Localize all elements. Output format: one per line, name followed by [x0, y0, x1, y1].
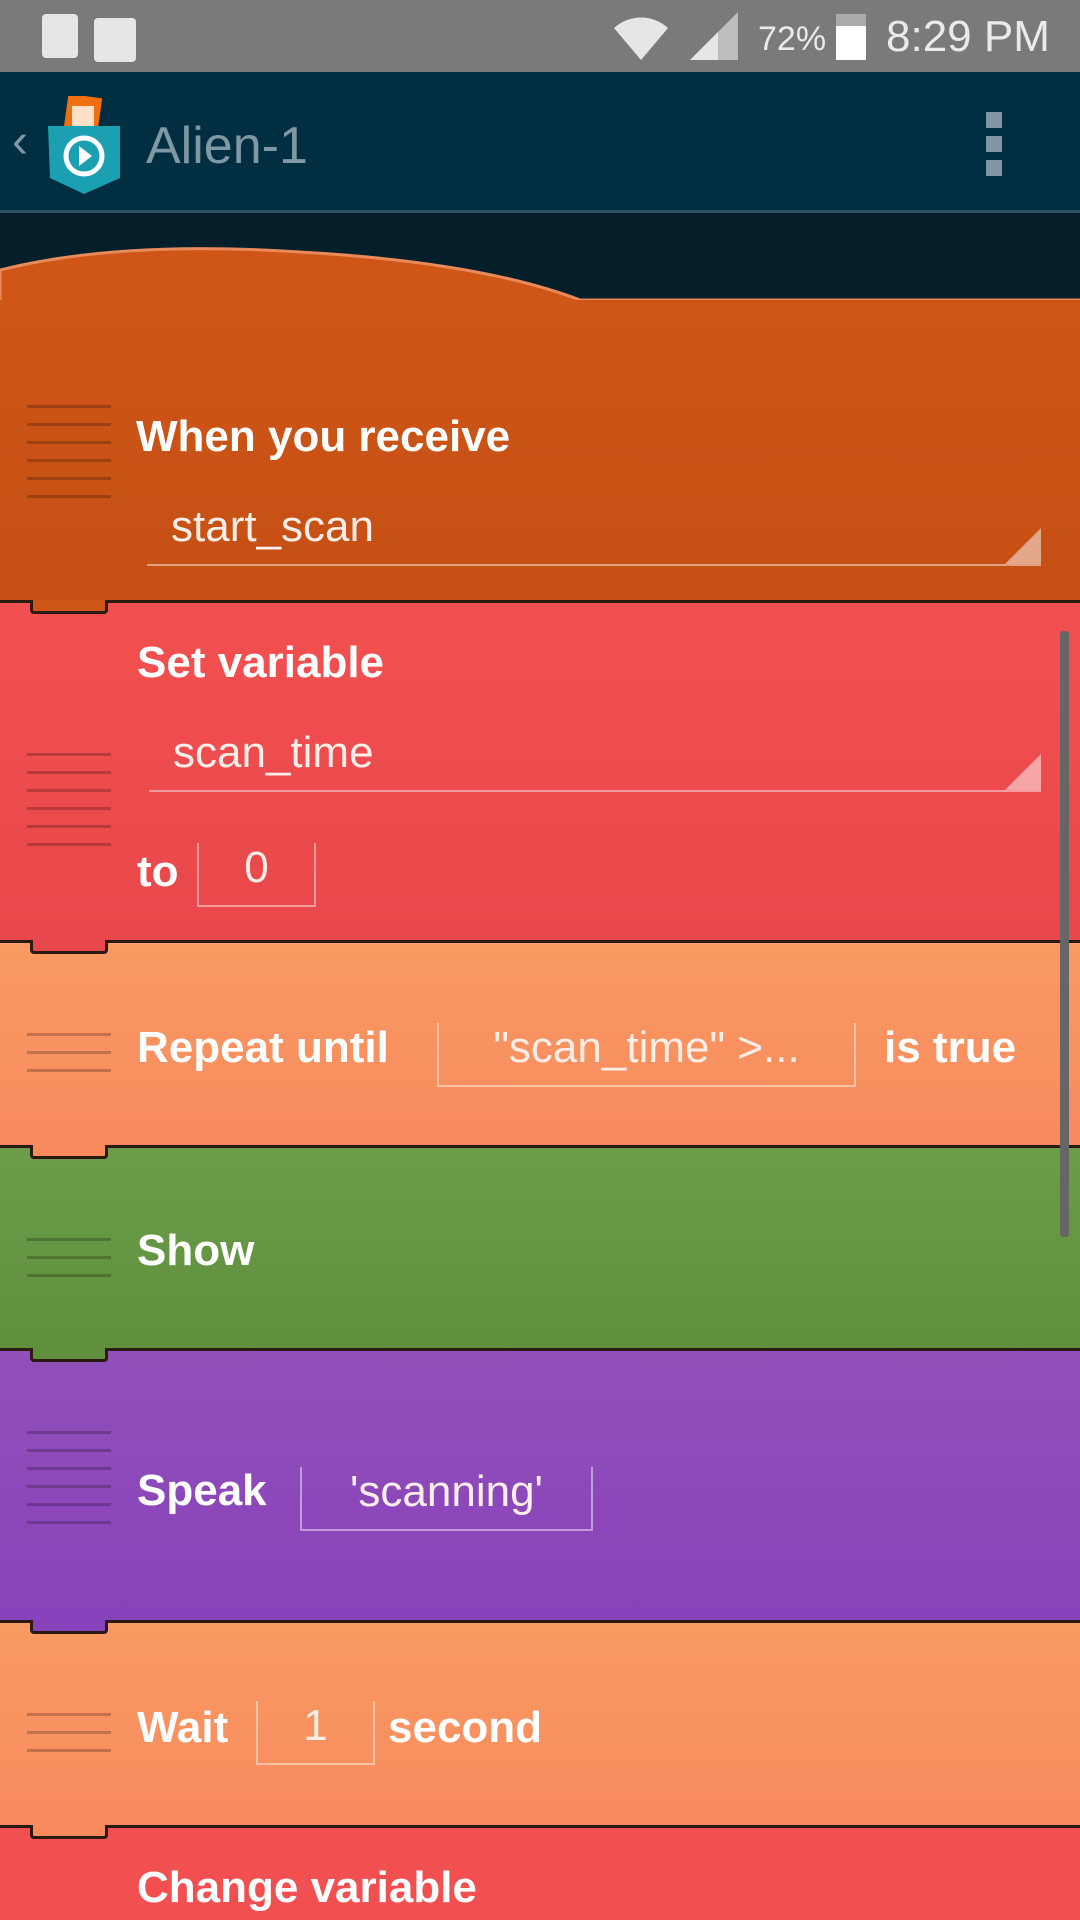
signal-icon — [690, 12, 738, 60]
block-label: Wait — [137, 1703, 229, 1752]
chevron-left-icon[interactable]: ‹ — [12, 114, 28, 169]
to-label: to — [137, 847, 179, 896]
drag-handle[interactable] — [27, 1431, 111, 1539]
block-label: When you receive — [136, 412, 511, 461]
speak-block[interactable]: Speak 'scanning' — [0, 1348, 1080, 1623]
dropdown-arrow-icon — [1005, 528, 1041, 564]
page-title: Alien-1 — [146, 117, 308, 175]
block-notch — [30, 1825, 108, 1839]
set-variable-block[interactable]: Set variable scan_time to 0 — [0, 600, 1080, 943]
battery-percent: 72% — [758, 20, 827, 58]
drag-handle[interactable] — [27, 1033, 111, 1087]
change-variable-block[interactable]: Change variable — [0, 1825, 1080, 1920]
action-bar: ‹ Alien-1 — [0, 72, 1080, 213]
value-input[interactable]: 0 — [197, 843, 316, 907]
block-label: Show — [137, 1226, 255, 1275]
block-notch — [30, 940, 108, 954]
clock: 8:29 PM — [886, 12, 1050, 61]
speak-text-input[interactable]: 'scanning' — [300, 1467, 593, 1531]
block-notch — [30, 1620, 108, 1634]
message-value: start_scan — [171, 502, 374, 551]
second-label: second — [388, 1703, 543, 1752]
block-label: Change variable — [137, 1863, 477, 1912]
battery-icon — [836, 14, 866, 60]
block-notch — [30, 600, 108, 614]
dropdown-arrow-icon — [1005, 754, 1041, 790]
wait-seconds-input[interactable]: 1 — [256, 1701, 375, 1765]
block-label: Set variable — [137, 638, 385, 687]
block-label: Speak — [137, 1466, 267, 1515]
wifi-icon — [614, 17, 668, 60]
condition-input[interactable]: "scan_time" >... — [437, 1023, 856, 1087]
drag-handle[interactable] — [27, 1713, 111, 1767]
when-you-receive-block[interactable]: When you receive start_scan — [0, 300, 1080, 603]
wait-block[interactable]: Wait 1 second — [0, 1620, 1080, 1828]
message-dropdown[interactable]: start_scan — [147, 502, 1041, 566]
drag-handle[interactable] — [27, 1238, 111, 1292]
show-block[interactable]: Show — [0, 1145, 1080, 1351]
drag-handle[interactable] — [27, 753, 111, 861]
variable-dropdown[interactable]: scan_time — [149, 728, 1041, 792]
variable-value: scan_time — [173, 728, 374, 777]
is-true-label: is true — [884, 1023, 1017, 1072]
scrollbar[interactable] — [1060, 631, 1069, 1237]
block-notch — [30, 1145, 108, 1159]
block-label: Repeat until — [137, 1023, 389, 1072]
pocket-code-logo[interactable] — [44, 96, 124, 196]
drag-handle[interactable] — [27, 405, 111, 513]
overflow-menu-icon[interactable] — [986, 112, 1002, 184]
repeat-until-block[interactable]: Repeat until "scan_time" >... is true — [0, 940, 1080, 1148]
block-notch — [30, 1348, 108, 1362]
status-bar: 72% 8:29 PM — [0, 0, 1080, 72]
recycle-battery-icon — [42, 14, 78, 58]
briefcase-check-icon — [94, 18, 136, 62]
